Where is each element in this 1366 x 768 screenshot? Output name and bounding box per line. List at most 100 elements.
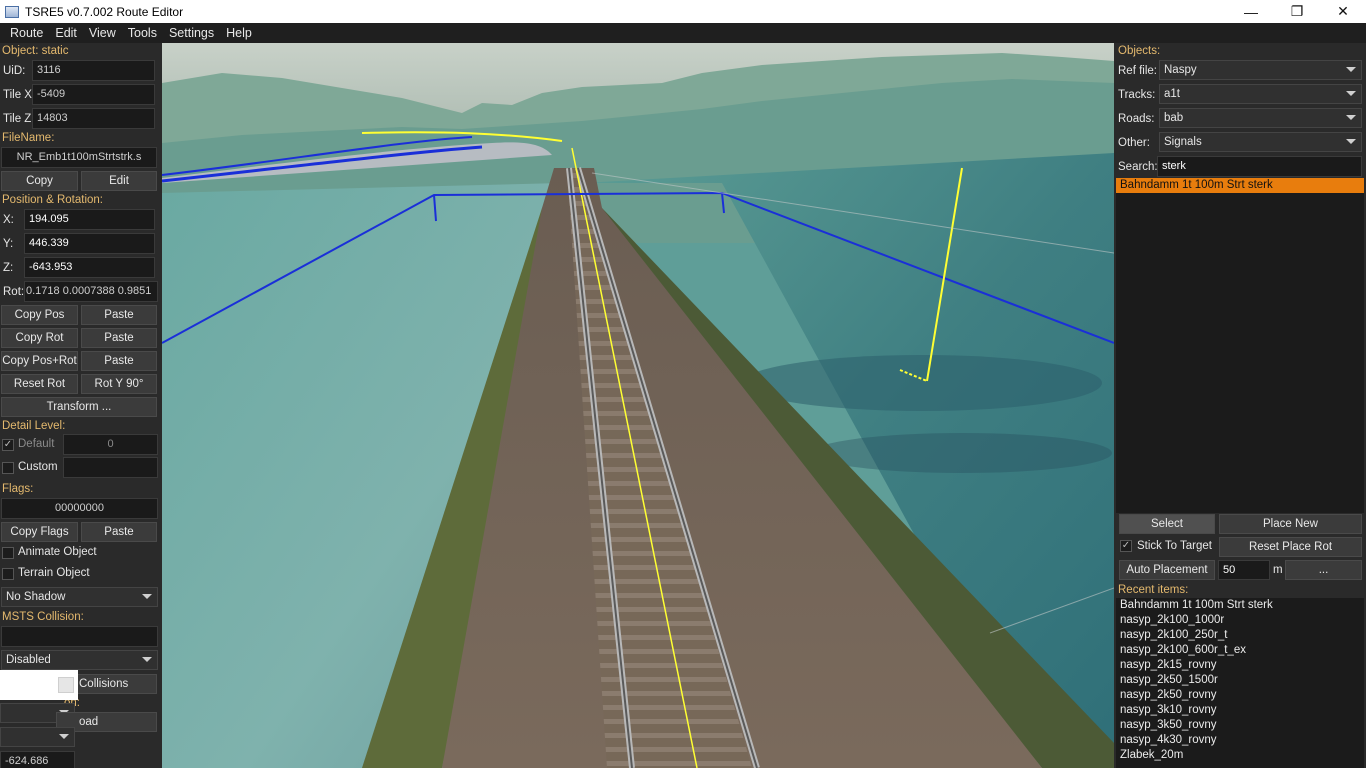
floating-popup[interactable] [0,670,78,700]
collision-mode-combo[interactable]: Disabled [1,650,158,670]
menu-view[interactable]: View [83,26,122,40]
filename-field[interactable]: NR_Emb1t100mStrtstrk.s [1,147,157,168]
transform-button[interactable]: Transform ... [1,397,157,417]
minimize-button[interactable]: — [1228,0,1274,23]
menu-settings[interactable]: Settings [163,26,220,40]
rot-y90-button[interactable]: Rot Y 90° [81,374,157,394]
recent-item[interactable]: Bahndamm 1t 100m Strt sterk [1120,598,1364,613]
recent-item[interactable]: nasyp_2k100_600r_t_ex [1120,643,1364,658]
z-field[interactable]: -643.953 [24,257,155,278]
y-label: Y: [3,238,14,250]
maximize-button[interactable]: ❐ [1274,0,1320,23]
default-level-field[interactable]: 0 [63,434,158,455]
select-button[interactable]: Select [1119,514,1215,534]
recent-item[interactable]: Zlabek_20m [1120,748,1364,763]
unit-label: m [1273,564,1283,576]
recent-item[interactable]: nasyp_2k50_1500r [1120,673,1364,688]
terrain-object-label: Terrain Object [18,567,90,579]
other-combo[interactable]: Signals [1159,132,1362,152]
roads-combo[interactable]: bab [1159,108,1362,128]
recent-item[interactable]: nasyp_4k30_rovny [1120,733,1364,748]
tracks-combo[interactable]: a1t [1159,84,1362,104]
reset-rot-button[interactable]: Reset Rot [1,374,78,394]
auto-placement-distance[interactable]: 50 [1218,560,1270,580]
chevron-down-icon [142,657,152,662]
popup-handle[interactable] [58,677,74,693]
bottom-value-field[interactable]: -624.686 [0,751,75,768]
chevron-down-icon [59,734,69,739]
recent-items-list[interactable]: Bahndamm 1t 100m Strt sterk nasyp_2k100_… [1116,598,1364,768]
water-shadow [742,355,1102,411]
title-bar: TSRE5 v0.7.002 Route Editor — ❐ ✕ [0,0,1366,23]
copy-posrot-button[interactable]: Copy Pos+Rot [1,351,78,371]
animate-object-checkbox[interactable] [2,547,14,559]
reffile-label: Ref file: [1118,65,1157,77]
paste-rot-button[interactable]: Paste [81,328,157,348]
detail-level-header: Detail Level: [2,420,66,432]
paste-pos-button[interactable]: Paste [81,305,157,325]
menu-help[interactable]: Help [220,26,258,40]
menu-edit[interactable]: Edit [49,26,83,40]
search-input[interactable]: sterk [1157,156,1362,177]
recent-item[interactable]: nasyp_3k50_rovny [1120,718,1364,733]
other-value: Signals [1164,136,1202,148]
stick-to-target-checkbox[interactable]: ✓ [1120,540,1132,552]
y-field[interactable]: 446.339 [24,233,155,254]
chevron-down-icon [1346,67,1356,72]
copy-rot-button[interactable]: Copy Rot [1,328,78,348]
more-options-button[interactable]: ... [1285,560,1362,580]
tilex-label: Tile X: [3,89,36,101]
tilez-field[interactable]: 14803 [32,108,155,129]
copy-flags-button[interactable]: Copy Flags [1,522,78,542]
rot-field[interactable]: 0.1718 0.0007388 0.9851 [24,281,158,302]
tilez-label: Tile Z: [3,113,35,125]
objects-list[interactable]: Bahndamm 1t 100m Strt sterk [1116,178,1364,513]
recent-item[interactable]: nasyp_3k10_rovny [1120,703,1364,718]
roads-value: bab [1164,112,1184,124]
default-label: Default [18,438,55,450]
reffile-value: Naspy [1164,64,1197,76]
z-label: Z: [3,262,14,274]
msts-collision-field[interactable] [1,626,158,647]
edit-filename-button[interactable]: Edit [81,171,157,191]
reffile-combo[interactable]: Naspy [1159,60,1362,80]
auto-placement-button[interactable]: Auto Placement [1119,560,1215,580]
close-button[interactable]: ✕ [1320,0,1366,23]
x-field[interactable]: 194.095 [24,209,155,230]
menu-tools[interactable]: Tools [122,26,163,40]
default-checkbox[interactable]: ✓ [2,439,14,451]
place-new-button[interactable]: Place New [1219,514,1362,534]
recent-items-header: Recent items: [1118,584,1189,596]
reset-place-rot-button[interactable]: Reset Place Rot [1219,537,1362,557]
paste-posrot-button[interactable]: Paste [81,351,157,371]
uid-field[interactable]: 3116 [32,60,155,81]
custom-checkbox[interactable] [2,462,14,474]
list-item-selected[interactable]: Bahndamm 1t 100m Strt sterk [1116,178,1364,193]
partial-combo-2[interactable] [0,727,75,747]
chevron-down-icon [1346,91,1356,96]
3d-viewport[interactable] [162,43,1114,768]
position-rotation-header: Position & Rotation: [2,194,104,206]
recent-item[interactable]: nasyp_2k15_rovny [1120,658,1364,673]
collision-mode-value: Disabled [6,654,51,666]
menu-route[interactable]: Route [4,26,49,40]
object-properties-panel: Object: static UiD: 3116 Tile X: -5409 T… [0,43,162,768]
animate-object-label: Animate Object [18,546,97,558]
recent-item[interactable]: nasyp_2k50_rovny [1120,688,1364,703]
flags-field[interactable]: 00000000 [1,498,158,519]
paste-flags-button[interactable]: Paste [81,522,157,542]
shadow-combo[interactable]: No Shadow [1,587,158,607]
copy-filename-button[interactable]: Copy [1,171,78,191]
tilex-field[interactable]: -5409 [32,84,155,105]
chevron-down-icon [1346,115,1356,120]
terrain-object-checkbox[interactable] [2,568,14,580]
stick-to-target-label: Stick To Target [1137,540,1213,552]
copy-pos-button[interactable]: Copy Pos [1,305,78,325]
uid-label: UiD: [3,65,26,77]
custom-level-field[interactable] [63,457,158,478]
chevron-down-icon [142,594,152,599]
flags-header: Flags: [2,483,34,495]
recent-item[interactable]: nasyp_2k100_1000r [1120,613,1364,628]
recent-item[interactable]: nasyp_2k100_250r_t [1120,628,1364,643]
roads-label: Roads: [1118,113,1155,125]
